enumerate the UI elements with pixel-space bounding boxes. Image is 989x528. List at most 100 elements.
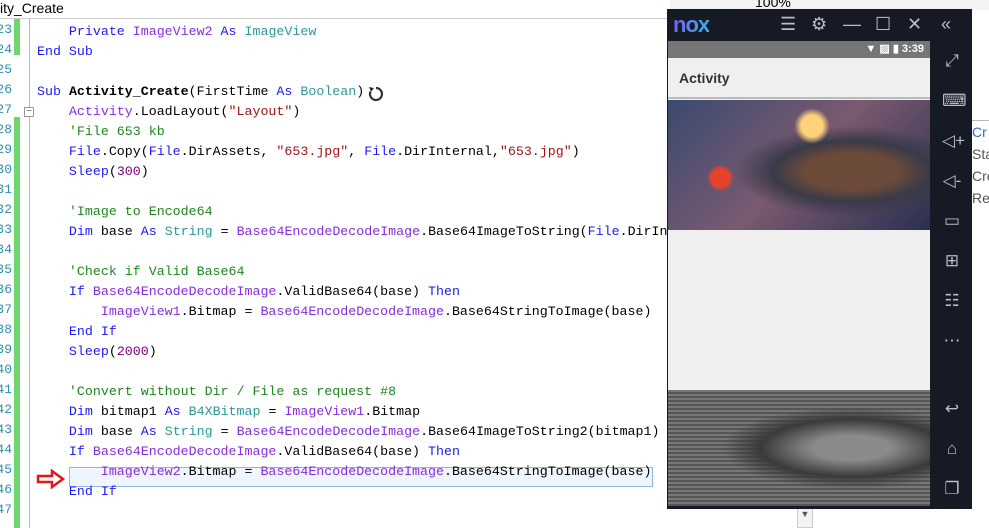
code-token: "653.jpg" (276, 144, 349, 159)
back-icon[interactable]: ↩ (942, 399, 962, 419)
code-token: ) (292, 104, 301, 119)
android-screen[interactable]: ▼ ▨ ▮ 3:39 Activity (668, 41, 930, 506)
code-token: 'File 653 kb (68, 124, 165, 139)
code-line[interactable]: ImageView1.Bitmap = Base64EncodeDecodeIm… (37, 302, 652, 322)
code-line[interactable]: 'Image to Encode64 (37, 202, 213, 222)
collapse-icon[interactable]: − (24, 107, 34, 117)
code-token: String (164, 224, 213, 239)
code-token: (FirstTime (188, 84, 277, 99)
gear-icon[interactable]: ⚙ (811, 15, 827, 33)
code-token: bitmap1 (92, 404, 165, 419)
minimize-icon[interactable]: — (843, 15, 861, 33)
panel-item[interactable]: Crea (972, 165, 989, 187)
code-token: .Base64ImageToString2(bitmap1) (420, 424, 660, 439)
multi-instance-icon[interactable]: ☷ (942, 291, 962, 311)
code-line[interactable]: 'Check if Valid Base64 (37, 262, 245, 282)
code-token: 'Image to Encode64 (68, 204, 213, 219)
menu-icon[interactable]: ☰ (780, 15, 796, 33)
line-number: 40 (0, 362, 12, 377)
panel-item[interactable]: Res (972, 187, 989, 209)
line-number: 31 (0, 182, 12, 197)
fullscreen-icon[interactable]: ⤢ (942, 51, 962, 71)
more-icon[interactable]: ⋯ (942, 331, 962, 351)
line-number: 36 (0, 282, 12, 297)
line-number: 29 (0, 142, 12, 157)
code-line[interactable]: Private ImageView2 As ImageView (37, 22, 316, 42)
code-token: File (364, 144, 397, 159)
code-token: Sleep (68, 164, 109, 179)
screen-icon[interactable]: ▭ (942, 211, 962, 231)
maximize-icon[interactable]: ☐ (875, 15, 891, 33)
code-token: As (164, 404, 181, 419)
keyboard-icon[interactable]: ⌨ (942, 91, 967, 111)
code-token: File (148, 144, 181, 159)
panel-item[interactable]: Cr (972, 121, 989, 143)
line-number: 43 (0, 422, 12, 437)
code-token: Private (68, 24, 125, 39)
code-line[interactable]: ImageView2.Bitmap = Base64EncodeDecodeIm… (37, 462, 652, 482)
install-apk-icon[interactable]: ⊞ (942, 251, 962, 271)
home-icon[interactable]: ⌂ (942, 439, 962, 459)
code-line[interactable]: Sleep(300) (37, 162, 149, 182)
collapse-sidebar-icon[interactable]: « (941, 15, 951, 33)
nox-logo: nox (673, 12, 710, 37)
code-line[interactable]: Dim base As String = Base64EncodeDecodeI… (37, 422, 660, 442)
code-line[interactable]: End If (37, 322, 117, 342)
recents-icon[interactable]: ❐ (942, 479, 962, 499)
code-token: .LoadLayout( (132, 104, 229, 119)
nox-emulator-window[interactable]: nox ☰ ⚙ — ☐ ✕ « ▼ ▨ ▮ 3:39 Activity ⤢ ⌨ … (667, 9, 972, 509)
code-line[interactable]: 'File 653 kb (37, 122, 165, 142)
line-number: 32 (0, 202, 12, 217)
code-token: 300 (116, 164, 141, 179)
code-token: File (587, 224, 620, 239)
line-number: 47 (0, 502, 12, 517)
close-icon[interactable]: ✕ (907, 15, 922, 33)
line-number: 23 (0, 22, 12, 37)
code-token: ImageView2 (132, 24, 213, 39)
code-token: .Bitmap (364, 404, 421, 419)
code-token: .DirInternal, (396, 144, 500, 159)
code-token: As (276, 84, 293, 99)
volume-down-icon[interactable]: ◁- (942, 171, 962, 191)
code-line[interactable]: If Base64EncodeDecodeImage.ValidBase64(b… (37, 442, 460, 462)
line-number: 33 (0, 222, 12, 237)
scroll-down-button[interactable]: ▼ (797, 508, 813, 528)
code-token: ImageView1 (100, 304, 181, 319)
code-token: ImageView (244, 24, 317, 39)
panel-item[interactable]: Sta (972, 143, 989, 165)
line-number: 37 (0, 302, 12, 317)
line-number: 25 (0, 62, 12, 77)
code-token: Dim (68, 424, 93, 439)
code-token: ) (571, 144, 580, 159)
refresh-icon[interactable] (367, 85, 385, 103)
code-token: Dim (68, 404, 93, 419)
emulator-titlebar[interactable]: nox ☰ ⚙ — ☐ ✕ « (667, 9, 972, 41)
code-line[interactable]: End Sub (37, 42, 93, 62)
code-token: = (212, 424, 237, 439)
code-line[interactable]: Sub Activity_Create(FirstTime As Boolean… (37, 82, 364, 102)
code-line[interactable]: Dim base As String = Base64EncodeDecodeI… (37, 222, 668, 242)
line-number: 45 (0, 462, 12, 477)
code-token: .Copy( (100, 144, 149, 159)
code-token: End If (68, 484, 117, 499)
code-line[interactable]: Dim bitmap1 As B4XBitmap = ImageView1.Bi… (37, 402, 420, 422)
code-token: .Base64StringToImage(base) (443, 464, 652, 479)
code-line[interactable]: File.Copy(File.DirAssets, "653.jpg", Fil… (37, 142, 580, 162)
code-line[interactable]: If Base64EncodeDecodeImage.ValidBase64(b… (37, 282, 460, 302)
document-tab[interactable]: ity_Create (0, 0, 670, 19)
volume-up-icon[interactable]: ◁+ (942, 131, 965, 151)
code-line[interactable]: Activity.LoadLayout("Layout") (37, 102, 300, 122)
code-line[interactable]: Sleep(2000) (37, 342, 157, 362)
code-line[interactable]: 'Convert without Dir / File as request #… (37, 382, 396, 402)
code-token: Dim (68, 224, 93, 239)
